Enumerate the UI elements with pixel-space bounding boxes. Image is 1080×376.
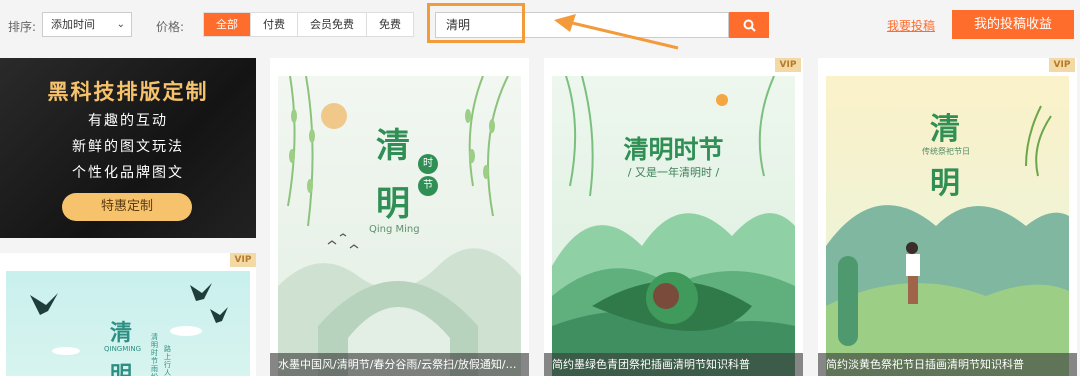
- card-art-char: 明: [930, 166, 960, 201]
- card-art-vertical-text: 路上行人: [164, 345, 171, 376]
- search-button[interactable]: [729, 12, 769, 38]
- annotation-highlight-box: [427, 3, 525, 43]
- card-art-char: 清: [376, 126, 410, 166]
- template-card[interactable]: VIP 清明时节 / 又是一年清明时 / 简约墨绿色青团祭祀插画清明节知识科普: [544, 58, 803, 376]
- card-art-char: 明: [110, 362, 133, 376]
- price-label: 价格:: [156, 20, 185, 34]
- sort-select[interactable]: 添加时间 ⌄: [42, 12, 132, 37]
- card-art-subtitle: Qing Ming: [369, 224, 420, 235]
- annotation-arrow-icon: [554, 14, 679, 50]
- template-card[interactable]: VIP 清 传统祭祀节日 明 简约淡黄色祭祀节日插画清明节知识科普: [818, 58, 1077, 376]
- card-thumbnail: 清 QINGMING 明 清明时节雨纷纷 路上行人: [6, 271, 250, 376]
- search-icon: [743, 19, 756, 32]
- my-earnings-button[interactable]: 我的投稿收益: [952, 10, 1074, 39]
- card-art-latin: QINGMING: [104, 345, 141, 353]
- promo-line: 有趣的互动: [88, 113, 168, 129]
- contribute-link[interactable]: 我要投稿: [887, 17, 935, 34]
- promo-line: 新鲜的图文玩法: [72, 139, 184, 155]
- price-tab-all[interactable]: 全部: [204, 13, 251, 36]
- card-caption: 简约淡黄色祭祀节日插画清明节知识科普: [818, 353, 1077, 376]
- card-caption: 简约墨绿色青团祭祀插画清明节知识科普: [544, 353, 803, 376]
- vip-badge: VIP: [1049, 58, 1075, 72]
- card-art-title: 清明时节: [623, 135, 724, 164]
- price-tab-member-free[interactable]: 会员免费: [298, 13, 367, 36]
- card-art-char: 明: [376, 184, 410, 224]
- seal-badge: 时: [418, 154, 438, 174]
- vip-badge: VIP: [230, 253, 256, 267]
- chevron-down-icon: ⌄: [116, 19, 125, 30]
- card-art-vertical-text: 清明时节雨纷纷: [151, 333, 158, 376]
- card-thumbnail: 清 传统祭祀节日 明: [826, 76, 1069, 376]
- card-art-subtitle: 传统祭祀节日: [922, 147, 970, 156]
- promo-line: 个性化品牌图文: [72, 165, 184, 181]
- seal-badge: 节: [418, 176, 438, 196]
- price-filter: 全部 付费 会员免费 免费: [203, 12, 414, 37]
- card-caption: 水墨中国风/清明节/春分谷雨/云祭扫/放假通知/…: [270, 353, 529, 376]
- sort-value: 添加时间: [51, 18, 95, 31]
- vip-badge: VIP: [775, 58, 801, 72]
- card-art-char: 清: [110, 320, 133, 346]
- card-art-subtitle: / 又是一年清明时 /: [627, 166, 720, 179]
- promo-button[interactable]: 特惠定制: [62, 193, 192, 221]
- card-thumbnail: 清 明 时 节 Qing Ming: [278, 75, 521, 376]
- price-tab-free[interactable]: 免费: [367, 13, 413, 36]
- promo-title: 黑科技排版定制: [47, 80, 209, 104]
- price-tab-paid[interactable]: 付费: [251, 13, 298, 36]
- card-thumbnail: 清明时节 / 又是一年清明时 /: [552, 75, 795, 376]
- promo-banner[interactable]: 黑科技排版定制 有趣的互动 新鲜的图文玩法 个性化品牌图文 特惠定制: [0, 58, 256, 238]
- template-card[interactable]: 清 明 时 节 Qing Ming 水墨中国风/清明节/春分谷雨/云祭扫/放假通…: [270, 58, 529, 376]
- card-art-char: 清: [930, 112, 960, 147]
- page: 排序: 添加时间 ⌄ 价格: 全部 付费 会员免费 免费 清明 我要投稿 我的投…: [0, 0, 1080, 376]
- sort-label: 排序:: [8, 20, 37, 34]
- template-card[interactable]: VIP 清 QINGMING 明 清明时节雨纷纷 路上行人: [0, 253, 256, 376]
- mountain-illustration: [552, 75, 795, 376]
